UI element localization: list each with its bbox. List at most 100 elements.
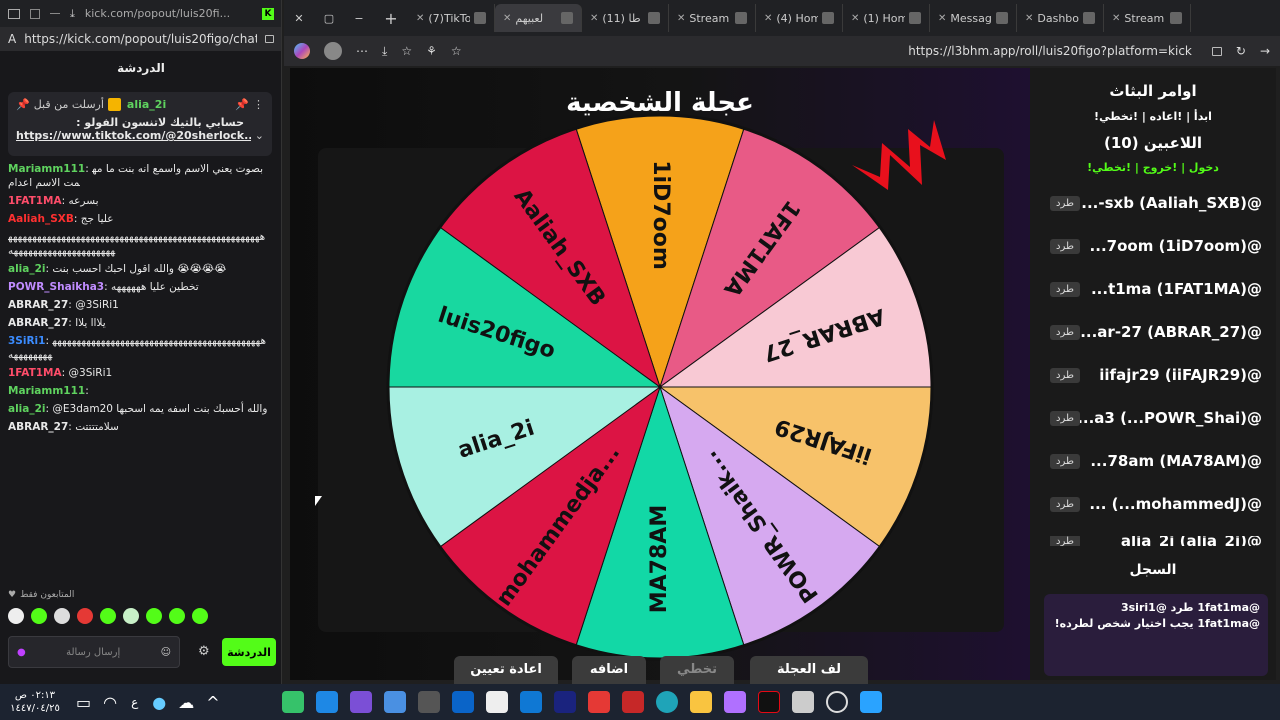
windows-start-icon[interactable]	[859, 691, 882, 713]
emote-icon[interactable]	[123, 608, 139, 624]
pinned-user[interactable]: alia_2i	[127, 98, 166, 111]
more-options-icon[interactable]: ⋮	[253, 98, 264, 111]
restore-icon[interactable]	[30, 8, 40, 19]
browser-tab[interactable]: ✕ (11) طا	[582, 4, 669, 32]
browser-tab[interactable]: ✕ Stream	[669, 4, 756, 32]
app-icon[interactable]	[485, 691, 508, 713]
send-chat-button[interactable]: الدردشة	[222, 638, 276, 666]
spin-button[interactable]: لف العجلة	[750, 656, 868, 684]
emote-icon[interactable]	[169, 608, 185, 624]
add-favorite-icon[interactable]: ☆	[451, 44, 462, 58]
tab-close-icon[interactable]: ✕	[1112, 13, 1120, 24]
chat-username[interactable]: POWR_Shaikha3	[8, 281, 104, 293]
app-icon[interactable]	[791, 691, 814, 713]
youtube-icon[interactable]	[587, 691, 610, 713]
emote-icon[interactable]	[146, 608, 162, 624]
app-icon[interactable]	[383, 691, 406, 713]
wifi-icon[interactable]: ◠	[103, 693, 117, 712]
emote-icon[interactable]	[192, 608, 208, 624]
emote-icon[interactable]	[54, 608, 70, 624]
add-button[interactable]: اضافه	[572, 656, 646, 684]
copilot-icon[interactable]	[294, 43, 310, 59]
browser-tab[interactable]: ✕ Stream	[1104, 4, 1191, 32]
lock-icon[interactable]	[1211, 46, 1222, 56]
browser-tab[interactable]: ✕ لعبيهم	[495, 4, 582, 32]
kick-player-button[interactable]: طرد	[1050, 367, 1080, 383]
minimize-icon[interactable]: −	[344, 12, 374, 25]
app-icon[interactable]	[349, 691, 372, 713]
tab-close-icon[interactable]: ✕	[503, 13, 511, 24]
tab-close-icon[interactable]: ✕	[851, 13, 859, 24]
browser-tab[interactable]: ✕ (1) Hom	[843, 4, 930, 32]
chat-username[interactable]: ABRAR_27	[8, 421, 68, 433]
browser-tab[interactable]: ✕ (4) Hom	[756, 4, 843, 32]
chat-username[interactable]: alia_2i	[8, 403, 46, 415]
left-url-text[interactable]: https://kick.com/popout/luis20figo/chat	[24, 32, 257, 46]
app-icon[interactable]	[621, 691, 644, 713]
outlook-icon[interactable]	[519, 691, 542, 713]
left-tab-title[interactable]: kick.com/popout/luis20fi...	[85, 7, 252, 20]
more-icon[interactable]: ⋯	[356, 44, 368, 58]
kick-player-button[interactable]: طرد	[1050, 324, 1080, 340]
battery-icon[interactable]: ▭	[76, 693, 91, 712]
app-icon[interactable]	[553, 691, 576, 713]
download-icon[interactable]: ⤓	[382, 44, 387, 59]
language-indicator[interactable]: ع	[131, 695, 138, 709]
favorites-icon[interactable]: ☆	[401, 44, 412, 58]
reset-button[interactable]: اعادة تعيين	[454, 656, 558, 684]
profile-avatar-icon[interactable]	[324, 42, 342, 60]
browser-tab[interactable]: ✕ Dashbo	[1017, 4, 1104, 32]
refresh-icon[interactable]: ↻	[1236, 44, 1246, 58]
restore-icon[interactable]: ▢	[314, 12, 344, 25]
copilot-icon[interactable]	[723, 691, 746, 713]
file-explorer-icon[interactable]	[689, 691, 712, 713]
chat-username[interactable]: 1FAT1MA	[8, 367, 62, 379]
chat-username[interactable]: Mariamm111	[8, 385, 85, 397]
show-hidden-icons[interactable]: ^	[206, 693, 219, 712]
skip-button[interactable]: تخطي	[660, 656, 734, 684]
pinned-link[interactable]: https://www.tiktok.com/@20sherlock...	[16, 129, 251, 142]
tab-close-icon[interactable]: ✕	[590, 13, 598, 24]
emote-icon[interactable]	[8, 608, 24, 624]
sidebar-toggle-icon[interactable]	[8, 8, 20, 19]
close-window-icon[interactable]: ✕	[284, 12, 314, 25]
netflix-icon[interactable]	[757, 691, 780, 713]
tab-close-icon[interactable]: ✕	[677, 13, 685, 24]
kick-player-button[interactable]: طرد	[1050, 195, 1080, 211]
chat-username[interactable]: 1FAT1MA	[8, 195, 62, 207]
tab-close-icon[interactable]: ✕	[764, 13, 772, 24]
outlook-icon[interactable]	[451, 691, 474, 713]
expand-chevron-icon[interactable]: ⌄	[255, 129, 264, 142]
chat-username[interactable]: Aaliah_SXB	[8, 213, 74, 225]
tab-close-icon[interactable]: ✕	[1025, 13, 1033, 24]
search-icon[interactable]	[825, 691, 848, 713]
url-text[interactable]: https://l3bhm.app/roll/luis20figo?platfo…	[476, 44, 1198, 58]
emoji-icon[interactable]: ☺	[161, 647, 171, 658]
app-icon[interactable]	[417, 691, 440, 713]
chat-username[interactable]: 3SiRi1	[8, 335, 45, 347]
browser-tab[interactable]: ✕ (7)TikTo	[408, 4, 495, 32]
emote-icon[interactable]	[31, 608, 47, 624]
browser-tab[interactable]: ✕ Messag	[930, 4, 1017, 32]
kick-player-button[interactable]: طرد	[1050, 238, 1080, 254]
unpin-icon[interactable]: 📌	[235, 98, 249, 111]
chat-username[interactable]: ABRAR_27	[8, 317, 68, 329]
new-tab-button[interactable]: +	[374, 9, 408, 28]
microphone-icon[interactable]: ●	[152, 693, 166, 712]
extensions-icon[interactable]: ⚘	[426, 44, 437, 58]
tab-close-icon[interactable]: ✕	[416, 13, 424, 24]
settings-gear-icon[interactable]: ⚙	[198, 644, 210, 659]
message-input[interactable]: ● إرسال رسالة ☺	[8, 636, 180, 668]
kick-player-button[interactable]: طرد	[1050, 453, 1080, 469]
download-icon[interactable]: ⤓	[70, 7, 75, 21]
emote-icon[interactable]	[77, 608, 93, 624]
cloud-icon[interactable]: ☁	[178, 693, 194, 712]
edge-icon[interactable]	[655, 691, 678, 713]
chat-username[interactable]: ABRAR_27	[8, 299, 68, 311]
mic-icon[interactable]: ●	[17, 647, 26, 658]
lock-icon[interactable]	[265, 35, 274, 43]
shield-icon[interactable]	[315, 691, 338, 713]
kick-player-button[interactable]: طرد	[1050, 496, 1080, 512]
chat-username[interactable]: Mariamm111	[8, 163, 85, 175]
translate-icon[interactable]: A	[8, 32, 16, 46]
